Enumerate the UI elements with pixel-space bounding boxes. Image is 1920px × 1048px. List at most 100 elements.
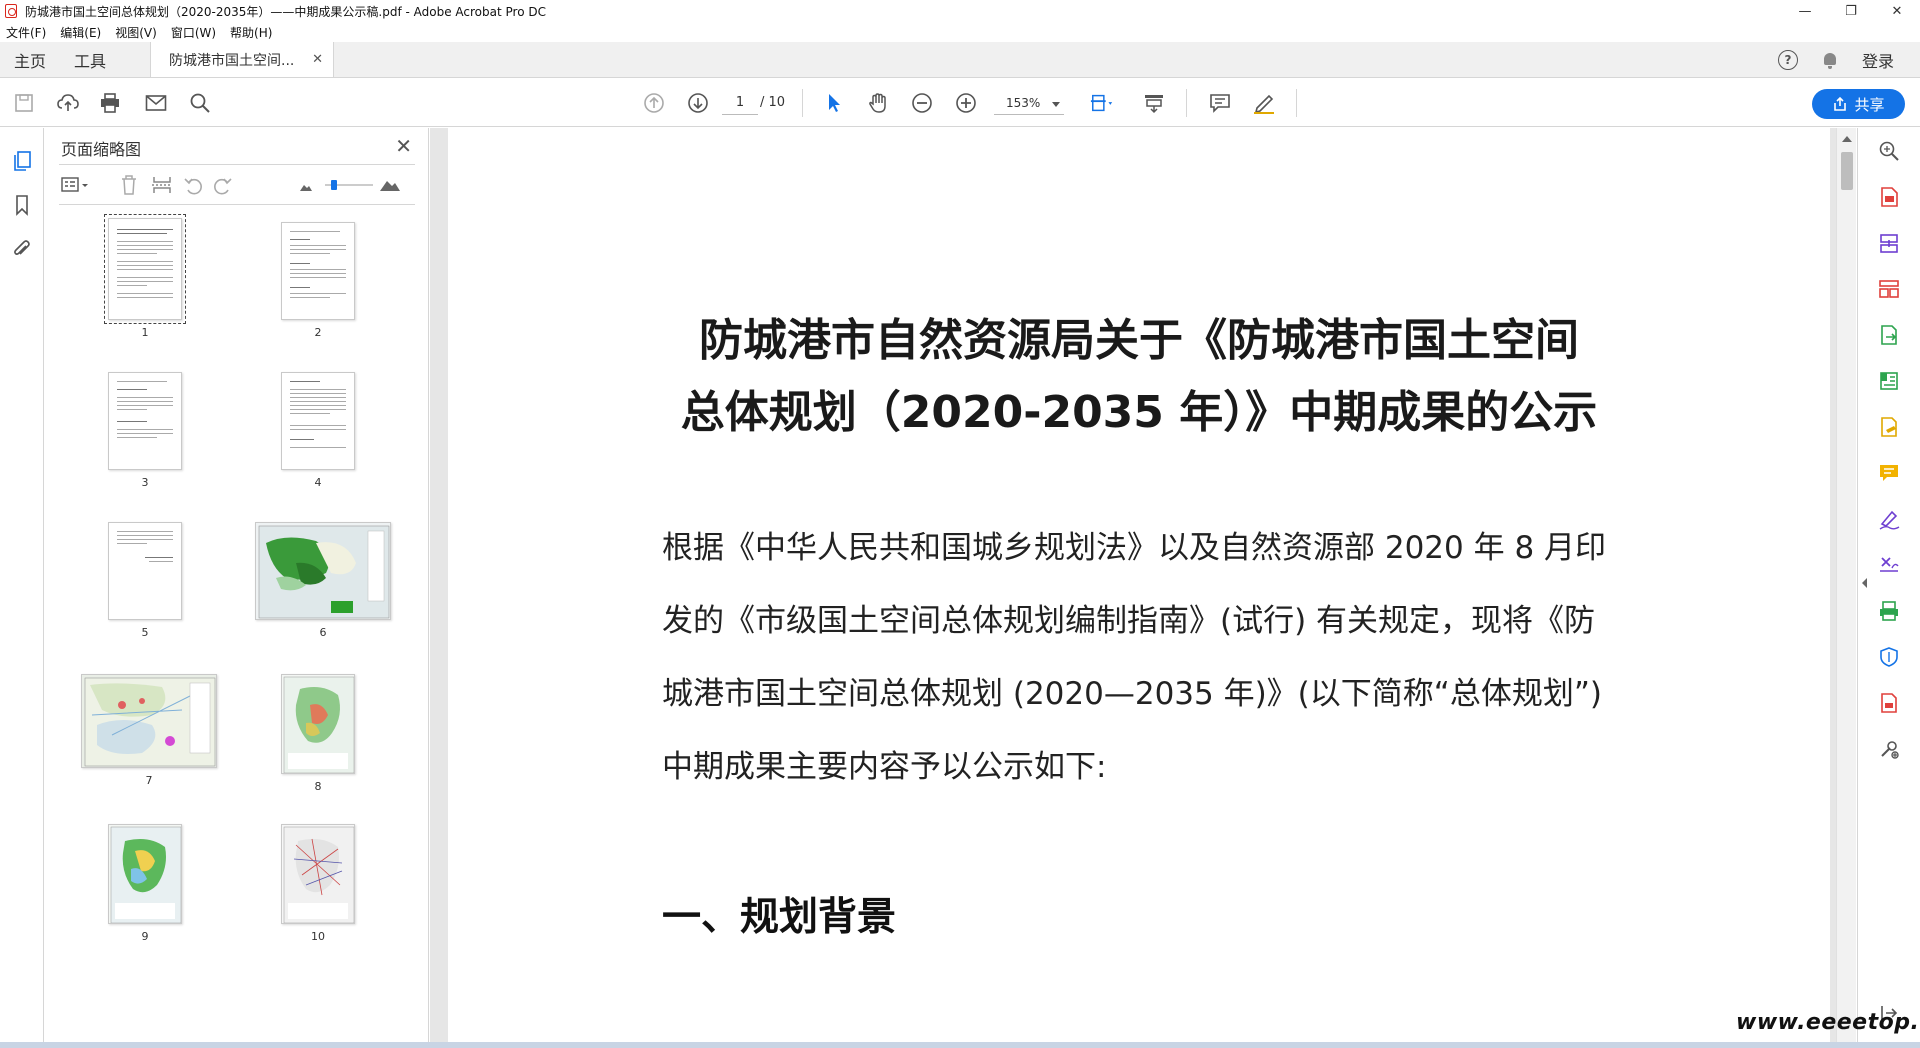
page-thumbnail[interactable]: 10	[281, 824, 355, 943]
menu-edit[interactable]: 编辑(E)	[60, 24, 101, 41]
bookmarks-icon[interactable]	[12, 194, 32, 216]
vertical-scrollbar[interactable]	[1836, 128, 1856, 1042]
compress-pdf-icon[interactable]	[1878, 692, 1900, 714]
thumbnail-larger-icon[interactable]	[379, 178, 401, 192]
page-thumbnails-panel: 页面缩略图 ✕ 1 2 3 4 5 6 7 8 9 10	[45, 128, 429, 1042]
menu-window[interactable]: 窗口(W)	[171, 24, 216, 41]
thumbnail-toolbar	[59, 168, 415, 202]
delete-page-icon[interactable]	[119, 174, 139, 196]
tab-document[interactable]: 防城港市国土空间... ✕	[150, 42, 335, 77]
window-title: 防城港市国土空间总体规划（2020-2035年）——中期成果公示稿.pdf - …	[25, 4, 546, 19]
page-thumbnail[interactable]: 2	[281, 222, 355, 339]
left-navigation-rail	[0, 128, 44, 1042]
page-display-icon[interactable]	[1090, 91, 1114, 115]
page-thumbnail[interactable]: 1	[104, 214, 186, 339]
page-thumbnail[interactable]: 7	[81, 674, 217, 787]
hand-tool-icon[interactable]	[866, 91, 890, 115]
title-bar: 防城港市国土空间总体规划（2020-2035年）——中期成果公示稿.pdf - …	[0, 0, 1920, 22]
rotate-counterclockwise-icon[interactable]	[183, 176, 205, 196]
menu-help[interactable]: 帮助(H)	[230, 24, 272, 41]
document-section-heading: 一、规划背景	[662, 895, 897, 940]
zoom-out-icon[interactable]	[910, 91, 934, 115]
minimize-button[interactable]: —	[1782, 0, 1828, 22]
tab-home[interactable]: 主页	[0, 42, 60, 77]
page-thumbnail[interactable]: 4	[281, 372, 355, 489]
zoom-dropdown-chevron-icon[interactable]	[1052, 102, 1060, 107]
organize-pages-icon[interactable]	[1878, 278, 1900, 300]
page-thumbnail[interactable]: 9	[108, 824, 182, 943]
document-title-line-2: 总体规划（2020-2035 年）》中期成果的公示	[680, 387, 1598, 438]
menu-file[interactable]: 文件(F)	[6, 24, 46, 41]
protect-shield-icon[interactable]	[1878, 646, 1900, 668]
document-paragraph-line: 根据《中华人民共和国城乡规划法》以及自然资源部 2020 年 8 月印	[662, 530, 1607, 566]
document-tab-label: 防城港市国土空间...	[169, 52, 295, 69]
page-thumbnail[interactable]: 3	[108, 372, 182, 489]
close-panel-icon[interactable]: ✕	[395, 134, 412, 158]
share-button-label: 共享	[1854, 95, 1885, 114]
close-window-button[interactable]: ✕	[1874, 0, 1920, 22]
email-icon[interactable]	[144, 91, 168, 115]
thumbnail-page-number: 3	[141, 476, 149, 489]
comment-tool-icon[interactable]	[1878, 462, 1900, 484]
thumbnail-page-number: 4	[314, 476, 322, 489]
notification-bell-icon[interactable]	[1822, 51, 1838, 69]
login-link[interactable]: 登录	[1862, 48, 1894, 72]
document-title-line-1: 防城港市自然资源局关于《防城港市国土空间	[699, 315, 1579, 366]
page-thumbnail[interactable]: 8	[281, 674, 355, 793]
save-icon[interactable]	[12, 91, 36, 115]
thumbnail-smaller-icon[interactable]	[299, 182, 313, 192]
page-thumbnail[interactable]: 6	[255, 522, 391, 639]
insert-page-icon[interactable]	[151, 174, 173, 196]
share-icon	[1834, 96, 1847, 111]
scroll-mode-icon[interactable]	[1142, 91, 1166, 115]
menu-bar: 文件(F) 编辑(E) 视图(V) 窗口(W) 帮助(H)	[0, 22, 1920, 42]
thumbnail-page-number: 5	[141, 626, 149, 639]
window-controls: — ❐ ✕	[1782, 0, 1920, 22]
taskbar-strip	[0, 1042, 1920, 1048]
upload-cloud-icon[interactable]	[56, 91, 80, 115]
share-button[interactable]: 共享	[1812, 89, 1905, 119]
rotate-clockwise-icon[interactable]	[211, 176, 233, 196]
expand-tools-handle-icon[interactable]	[1862, 578, 1867, 588]
page-thumbnails-icon[interactable]	[12, 150, 32, 172]
page-number-input[interactable]: 1	[722, 91, 758, 115]
send-for-signature-icon[interactable]	[1878, 554, 1900, 576]
close-tab-icon[interactable]: ✕	[312, 52, 323, 67]
print-icon[interactable]	[98, 91, 122, 115]
menu-view[interactable]: 视图(V)	[115, 24, 157, 41]
watermark-text: www.eeeetop.com	[1736, 1010, 1920, 1035]
tab-bar: 主页 工具 防城港市国土空间... ✕ ? 登录	[0, 42, 1920, 78]
toolbar-separator	[1296, 89, 1297, 117]
previous-page-icon[interactable]	[642, 91, 666, 115]
thumbnail-page-number: 6	[319, 626, 327, 639]
scrollbar-thumb[interactable]	[1841, 152, 1853, 190]
more-tools-icon[interactable]	[1878, 738, 1900, 760]
thumbnail-page-number: 8	[314, 780, 322, 793]
comment-icon[interactable]	[1208, 91, 1232, 115]
scroll-up-icon[interactable]	[1842, 136, 1852, 142]
page-thumbnail[interactable]: 5	[108, 522, 182, 639]
help-icon[interactable]: ?	[1777, 50, 1798, 70]
thumbnail-options-icon[interactable]	[61, 176, 91, 194]
next-page-icon[interactable]	[686, 91, 710, 115]
search-document-icon[interactable]	[1878, 140, 1900, 162]
request-signature-icon[interactable]	[1878, 416, 1900, 438]
create-pdf-icon[interactable]	[1878, 186, 1900, 208]
attachments-icon[interactable]	[12, 238, 32, 260]
page-total-label: / 10	[760, 95, 786, 110]
thumbnail-page-number: 2	[314, 326, 322, 339]
combine-files-icon[interactable]	[1878, 232, 1900, 254]
export-pdf-icon[interactable]	[1878, 324, 1900, 346]
restore-button[interactable]: ❐	[1828, 0, 1874, 22]
pen-draw-icon[interactable]	[1252, 91, 1276, 115]
select-cursor-icon[interactable]	[822, 91, 846, 115]
thumbnail-size-slider-handle[interactable]	[331, 180, 337, 190]
search-icon[interactable]	[188, 91, 212, 115]
fill-and-sign-icon[interactable]	[1878, 508, 1900, 530]
thumbnail-page-number: 7	[145, 774, 153, 787]
edit-pdf-icon[interactable]	[1878, 370, 1900, 392]
zoom-in-icon[interactable]	[954, 91, 978, 115]
tab-tools[interactable]: 工具	[60, 42, 120, 77]
scan-ocr-icon[interactable]	[1878, 600, 1900, 622]
document-view: 防城港市自然资源局关于《防城港市国土空间 总体规划（2020-2035 年）》中…	[430, 128, 1836, 1042]
